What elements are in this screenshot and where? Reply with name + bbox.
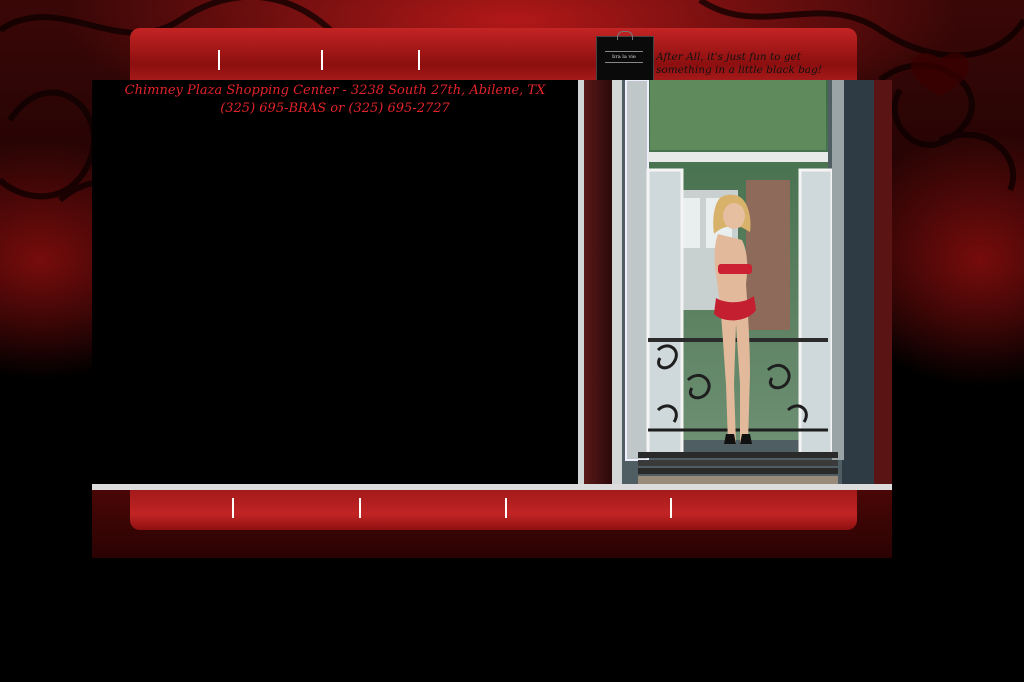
bag-logo-text: bra la vie xyxy=(605,51,643,63)
nav-separator xyxy=(321,50,323,70)
main-content-panel: Chimney Plaza Shopping Center - 3238 Sou… xyxy=(92,80,578,484)
model-at-balcony-image xyxy=(578,80,892,484)
footer-navigation-bar xyxy=(130,490,857,530)
nav-separator xyxy=(418,50,420,70)
black-bag-logo: bra la vie xyxy=(596,31,654,81)
phone-line: (325) 695-BRAS or (325) 695-2727 xyxy=(220,101,450,116)
nav-separator xyxy=(218,50,220,70)
nav-separator xyxy=(505,498,507,518)
address-line: Chimney Plaza Shopping Center - 3238 Sou… xyxy=(124,83,546,98)
footer xyxy=(92,490,892,558)
hero-photo xyxy=(578,80,892,484)
tagline-line-2: something in a little black bag! xyxy=(656,64,823,76)
nav-separator xyxy=(359,498,361,518)
tagline: After All, it's just fun to get somethin… xyxy=(656,51,856,77)
bag-handle-icon xyxy=(617,31,633,40)
nav-separator xyxy=(232,498,234,518)
store-address: Chimney Plaza Shopping Center - 3238 Sou… xyxy=(92,82,578,118)
nav-separator xyxy=(670,498,672,518)
tagline-line-1: After All, it's just fun to get xyxy=(656,51,801,63)
